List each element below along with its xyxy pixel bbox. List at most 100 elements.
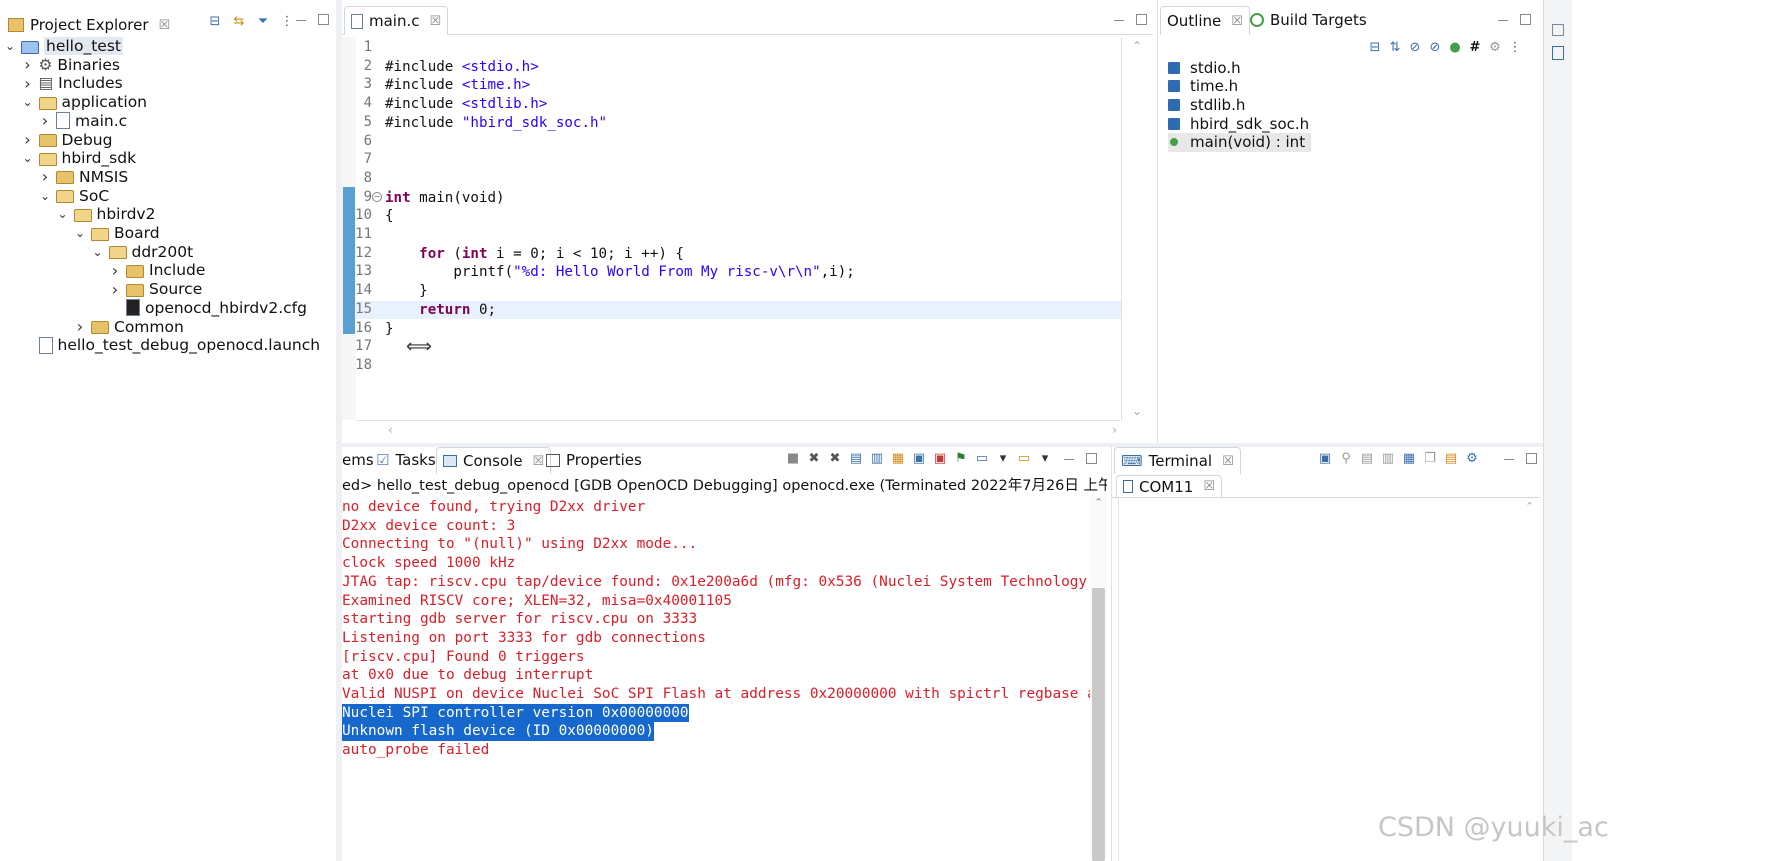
outline-item[interactable]: time.h (1168, 77, 1238, 96)
dropdown-icon[interactable]: ▾ (1036, 450, 1054, 468)
tree-item[interactable]: › main.c (39, 111, 127, 131)
close-icon[interactable]: ☒ (1231, 14, 1243, 29)
open-terminal-icon[interactable]: ▣ (1316, 450, 1334, 468)
tree-item[interactable]: ⌄ Board (74, 223, 160, 243)
hide-static-icon[interactable]: ⊘ (1426, 39, 1444, 57)
remove-all-icon[interactable]: ✖ (826, 450, 844, 468)
maximize-icon[interactable] (1520, 14, 1531, 25)
close-icon[interactable]: ☒ (430, 14, 442, 29)
paste-icon[interactable]: ▤ (1442, 450, 1460, 468)
minimize-icon[interactable] (1504, 459, 1514, 460)
tree-item[interactable]: ⌄ ddr200t (92, 242, 193, 262)
tab-properties[interactable]: Properties (540, 447, 648, 473)
settings-icon[interactable]: ⚙ (1463, 450, 1481, 468)
collapse-all-icon[interactable]: ⊟ (1366, 39, 1384, 57)
tree-item[interactable]: › Common (74, 317, 184, 337)
chevron-right-icon[interactable]: › (109, 280, 121, 299)
restore-icon[interactable] (1552, 24, 1564, 36)
tree-item[interactable]: hello_test_debug_openocd.launch (22, 335, 320, 355)
tree-item[interactable]: › Debug (22, 130, 112, 150)
chevron-right-icon[interactable]: › (22, 74, 34, 93)
clear-terminal-icon[interactable]: ▥ (1379, 450, 1397, 468)
remove-launch-icon[interactable]: ✖ (805, 450, 823, 468)
maximize-icon[interactable] (1526, 453, 1537, 464)
chevron-right-icon[interactable]: › (74, 317, 86, 336)
word-wrap-icon[interactable]: ▦ (889, 450, 907, 468)
scroll-lock-icon[interactable]: ▤ (1358, 450, 1376, 468)
tree-item[interactable]: ⌄ hbird_sdk (22, 148, 136, 168)
scroll-lock-icon[interactable]: ▥ (868, 450, 886, 468)
close-icon[interactable]: ☒ (159, 18, 171, 33)
code-area[interactable]: 1 2 #include <stdio.h> 3 #include <time.h> 4 #… (355, 37, 1121, 420)
chevron-down-icon[interactable]: ⌄ (4, 39, 16, 53)
editor-hscrollbar[interactable]: ‹ › (356, 420, 1121, 441)
minimize-icon[interactable] (1064, 459, 1074, 460)
chevron-down-icon[interactable]: ⌄ (92, 245, 104, 259)
chevron-right-icon[interactable]: › (39, 111, 51, 130)
collapse-all-icon[interactable]: ⊟ (206, 13, 224, 31)
link-with-editor-icon[interactable]: ⇆ (230, 13, 248, 31)
tree-item[interactable]: ⌄ hbirdv2 (57, 204, 155, 224)
chevron-right-icon[interactable]: › (22, 130, 34, 149)
hide-defines-icon[interactable]: # (1466, 39, 1484, 57)
tree-item[interactable]: › Include (109, 260, 206, 280)
tab-build-targets[interactable]: Build Targets (1244, 6, 1373, 34)
tree-item[interactable]: ⌄ hello_test (4, 36, 123, 56)
console-output[interactable]: no device found, trying D2xx driver D2xx … (342, 496, 1090, 861)
chevron-down-icon[interactable]: ⌄ (22, 95, 34, 109)
editor-vscrollbar[interactable]: ⌃ ⌄ (1121, 37, 1153, 420)
terminate-icon[interactable]: ■ (784, 450, 802, 468)
chevron-down-icon[interactable]: ⌄ (39, 189, 51, 203)
close-icon[interactable]: ☒ (1203, 479, 1215, 494)
tree-item[interactable]: › NMSIS (39, 167, 128, 187)
show-on-stdout-icon[interactable]: ▣ (910, 450, 928, 468)
minimize-icon[interactable] (1114, 20, 1124, 21)
show-on-stderr-icon[interactable]: ▣ (931, 450, 949, 468)
toggle-command-input-icon[interactable]: ⚲ (1337, 450, 1355, 468)
hide-nonpublic-icon[interactable]: ● (1446, 39, 1464, 57)
tab-main-c[interactable]: main.c ☒ (344, 6, 449, 35)
clear-console-icon[interactable]: ▤ (847, 450, 865, 468)
pin-console-icon[interactable]: ⚑ (952, 450, 970, 468)
dropdown-icon[interactable]: ▾ (994, 450, 1012, 468)
tab-console[interactable]: Console ☒ (436, 447, 552, 474)
console-vscrollbar[interactable]: ⌃ (1090, 496, 1107, 861)
tab-tasks[interactable]: ☑ Tasks (370, 447, 442, 473)
trim-view-icon[interactable] (1552, 46, 1564, 60)
scrollbar-thumb[interactable] (1092, 588, 1105, 861)
tab-com11[interactable]: COM11 ☒ (1116, 475, 1222, 497)
tree-item[interactable]: ⌄ application (22, 92, 147, 112)
tree-item[interactable]: › Source (109, 279, 202, 299)
maximize-icon[interactable] (1136, 14, 1147, 25)
copy-icon[interactable]: ❐ (1421, 450, 1439, 468)
outline-item[interactable]: stdlib.h (1168, 95, 1245, 114)
chevron-right-icon[interactable]: › (39, 167, 51, 186)
chevron-right-icon[interactable]: › (109, 261, 121, 280)
view-menu-icon[interactable]: ⋮ (1506, 39, 1524, 57)
display-console-icon[interactable]: ▭ (973, 450, 991, 468)
view-menu-icon[interactable]: ⋮ (278, 13, 296, 31)
outline-item[interactable]: stdio.h (1168, 58, 1241, 77)
filter-icon[interactable]: ⏷ (254, 13, 272, 31)
fold-icon[interactable]: − (372, 191, 382, 202)
outline-item[interactable]: hbird_sdk_soc.h (1168, 114, 1309, 133)
minimize-icon[interactable] (296, 20, 306, 21)
new-console-icon[interactable]: ▭ (1015, 450, 1033, 468)
chevron-down-icon[interactable]: ⌄ (57, 207, 69, 221)
tree-item[interactable]: ⌄ SoC (39, 186, 109, 206)
chevron-down-icon[interactable]: ⌄ (22, 151, 34, 165)
maximize-icon[interactable] (318, 14, 329, 25)
hide-fields-icon[interactable]: ⊘ (1406, 39, 1424, 57)
sort-icon[interactable]: ⇅ (1386, 39, 1404, 57)
outline-item[interactable]: main(void) : int (1168, 132, 1312, 152)
chevron-down-icon[interactable]: ⌄ (74, 226, 86, 240)
tree-item[interactable]: › ⚙ Binaries (22, 55, 120, 75)
terminal-vscrollbar[interactable]: ⌃ (1522, 498, 1538, 861)
minimize-icon[interactable] (1498, 20, 1508, 21)
tree-item[interactable]: openocd_hbirdv2.cfg (109, 298, 307, 318)
terminal-output[interactable] (1118, 498, 1519, 861)
tab-outline[interactable]: Outline ☒ (1160, 6, 1250, 35)
close-icon[interactable]: ☒ (1222, 454, 1234, 469)
select-all-icon[interactable]: ▦ (1400, 450, 1418, 468)
tree-item[interactable]: › ▤ Includes (22, 73, 122, 93)
